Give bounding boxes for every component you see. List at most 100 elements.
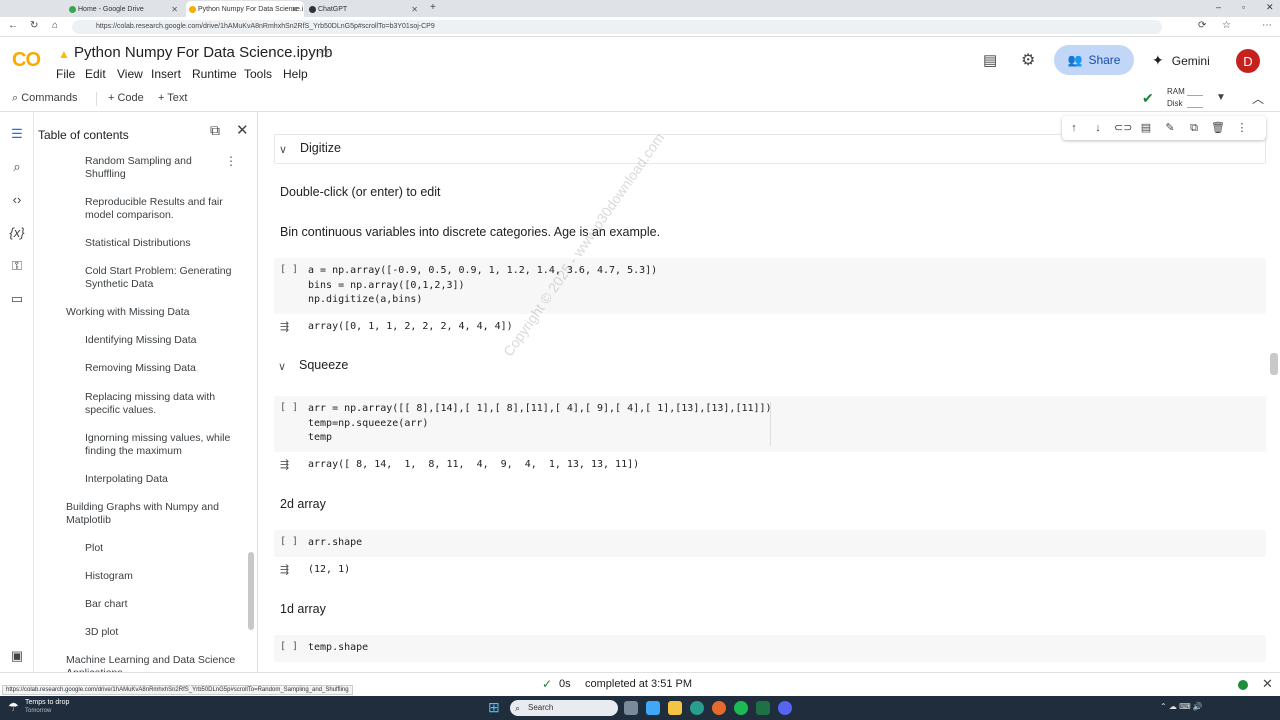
edge-icon[interactable]: [690, 701, 704, 715]
add-text-button[interactable]: + Text: [158, 92, 187, 104]
output-icon[interactable]: ⇶: [280, 458, 289, 471]
code-editor[interactable]: temp.shape: [308, 641, 368, 656]
home-icon[interactable]: ⌂: [52, 20, 58, 31]
open-in-tab-icon[interactable]: ⧉: [210, 122, 220, 139]
mirror-cell-icon[interactable]: ⧉: [1186, 120, 1202, 136]
more-icon[interactable]: ⋯: [1262, 20, 1272, 31]
toc-item[interactable]: Removing Missing Data: [85, 362, 235, 375]
taskbar-search[interactable]: ⌕ Search: [510, 700, 618, 716]
toc-item[interactable]: Histogram: [85, 570, 235, 583]
toc-item[interactable]: Identifying Missing Data: [85, 334, 235, 347]
connected-check-icon[interactable]: ✔: [1142, 90, 1154, 107]
markdown-text[interactable]: Double-click (or enter) to edit: [280, 185, 440, 199]
more-vert-icon[interactable]: ⋮: [1234, 120, 1250, 136]
close-icon[interactable]: ✕: [411, 5, 418, 14]
maximize-button[interactable]: ▫: [1242, 2, 1245, 12]
output-icon[interactable]: ⇶: [280, 320, 289, 333]
markdown-text[interactable]: 2d array: [280, 497, 326, 511]
folder-icon[interactable]: ▭: [8, 290, 26, 308]
menu-runtime[interactable]: Runtime: [192, 67, 237, 81]
toc-item[interactable]: Interpolating Data: [85, 473, 235, 486]
extensions-icon[interactable]: ⟳: [1198, 20, 1206, 31]
run-cell-button[interactable]: [ ]: [280, 402, 298, 413]
chevron-down-icon[interactable]: ▼: [1216, 92, 1226, 103]
menu-view[interactable]: View: [117, 67, 143, 81]
close-icon[interactable]: ✕: [171, 5, 178, 14]
toc-item[interactable]: 3D plot: [85, 626, 235, 639]
comment-icon[interactable]: ▤: [983, 51, 997, 69]
copilot-icon[interactable]: [646, 701, 660, 715]
run-cell-button[interactable]: [ ]: [280, 536, 298, 547]
code-editor[interactable]: arr.shape: [308, 536, 362, 551]
toc-item[interactable]: Replacing missing data with specific val…: [85, 391, 235, 417]
toc-item[interactable]: Building Graphs with Numpy and Matplotli…: [66, 501, 236, 527]
chevron-down-icon[interactable]: ∨: [278, 360, 286, 373]
edit-icon[interactable]: ✎: [1162, 120, 1178, 136]
code-cell[interactable]: [ ] arr.shape: [274, 530, 1266, 557]
menu-help[interactable]: Help: [283, 67, 308, 81]
completed-status[interactable]: completed at 3:51 PM: [585, 678, 692, 690]
star-icon[interactable]: ☆: [318, 45, 331, 62]
firefox-icon[interactable]: [712, 701, 726, 715]
toc-item[interactable]: Reproducible Results and fair model comp…: [85, 196, 235, 222]
run-cell-button[interactable]: [ ]: [280, 641, 298, 652]
section-squeeze[interactable]: ∨ Squeeze: [274, 352, 1266, 382]
code-cell[interactable]: [ ] a = np.array([-0.9, 0.5, 0.9, 1, 1.2…: [274, 258, 1266, 314]
notebook-scrollbar[interactable]: [1270, 353, 1278, 375]
commands-button[interactable]: ⌕ Commands: [12, 92, 77, 105]
close-icon[interactable]: ✕: [236, 121, 249, 139]
windows-start-icon[interactable]: ⊞: [488, 699, 500, 716]
toc-item[interactable]: Cold Start Problem: Generating Synthetic…: [85, 265, 235, 291]
delete-icon[interactable]: 🗑: [1210, 120, 1226, 136]
toc-item[interactable]: Ignorning missing values, while finding …: [85, 432, 235, 458]
gemini-button[interactable]: ✦ Gemini: [1152, 52, 1210, 69]
refresh-icon[interactable]: ↻: [30, 20, 38, 31]
add-code-button[interactable]: + Code: [108, 92, 144, 104]
spotify-icon[interactable]: [734, 701, 748, 715]
app-icon[interactable]: [778, 701, 792, 715]
toc-item[interactable]: Plot: [85, 542, 235, 555]
gear-icon[interactable]: ⚙: [1021, 50, 1035, 70]
close-icon[interactable]: ✕: [291, 5, 298, 14]
toc-item[interactable]: Bar chart: [85, 598, 235, 611]
toc-item[interactable]: Random Sampling and Shuffling: [85, 155, 235, 181]
avatar[interactable]: D: [1236, 49, 1260, 73]
output-icon[interactable]: ⇶: [280, 563, 289, 576]
colab-logo[interactable]: CO: [12, 49, 41, 72]
more-vert-icon[interactable]: ⋮: [225, 154, 237, 168]
code-cell[interactable]: [ ] temp.shape: [274, 635, 1266, 662]
find-icon[interactable]: ⌕: [8, 158, 26, 176]
task-view-icon[interactable]: [624, 701, 638, 715]
chevron-down-icon[interactable]: ∨: [279, 143, 287, 156]
tab-colab-notebook[interactable]: Python Numpy For Data Science.i ✕: [186, 1, 304, 17]
code-cell[interactable]: [ ] arr = np.array([[ 8],[14],[ 1],[ 8],…: [274, 396, 1266, 452]
code-snippets-icon[interactable]: ‹›: [8, 191, 26, 209]
code-editor[interactable]: arr = np.array([[ 8],[14],[ 1],[ 8],[11]…: [308, 402, 772, 446]
move-up-icon[interactable]: ↑: [1066, 120, 1082, 136]
share-button[interactable]: 👥 Share: [1054, 45, 1134, 75]
url-field[interactable]: https://colab.research.google.com/drive/…: [72, 20, 1162, 34]
run-duration[interactable]: 0s: [559, 678, 571, 690]
file-explorer-icon[interactable]: [668, 701, 682, 715]
close-icon[interactable]: ✕: [1262, 676, 1273, 692]
markdown-text[interactable]: 1d array: [280, 602, 326, 616]
menu-file[interactable]: File: [56, 67, 75, 81]
toc-item[interactable]: Machine Learning and Data Science Applic…: [66, 654, 236, 672]
variables-icon[interactable]: {x}: [8, 224, 26, 242]
link-icon[interactable]: ⊂⊃: [1114, 120, 1132, 136]
back-icon[interactable]: ←: [8, 20, 18, 31]
toc-scrollbar[interactable]: [248, 552, 254, 630]
weather-icon[interactable]: ☂: [8, 700, 19, 714]
comment-icon[interactable]: ▤: [1138, 120, 1154, 136]
minimize-button[interactable]: –: [1216, 2, 1221, 12]
code-editor[interactable]: a = np.array([-0.9, 0.5, 0.9, 1, 1.2, 1.…: [308, 264, 657, 308]
menu-insert[interactable]: Insert: [151, 67, 181, 81]
new-tab-button[interactable]: +: [430, 2, 436, 13]
tray-icons[interactable]: ⌃ ☁ ⌨ 🔊: [1160, 702, 1203, 711]
toc-item[interactable]: Working with Missing Data: [66, 306, 236, 319]
collapse-icon[interactable]: ︿: [1252, 90, 1264, 107]
tab-google-drive[interactable]: Home - Google Drive ✕: [66, 1, 184, 17]
move-down-icon[interactable]: ↓: [1090, 120, 1106, 136]
toc-icon[interactable]: ☰: [8, 125, 26, 143]
menu-edit[interactable]: Edit: [85, 67, 106, 81]
